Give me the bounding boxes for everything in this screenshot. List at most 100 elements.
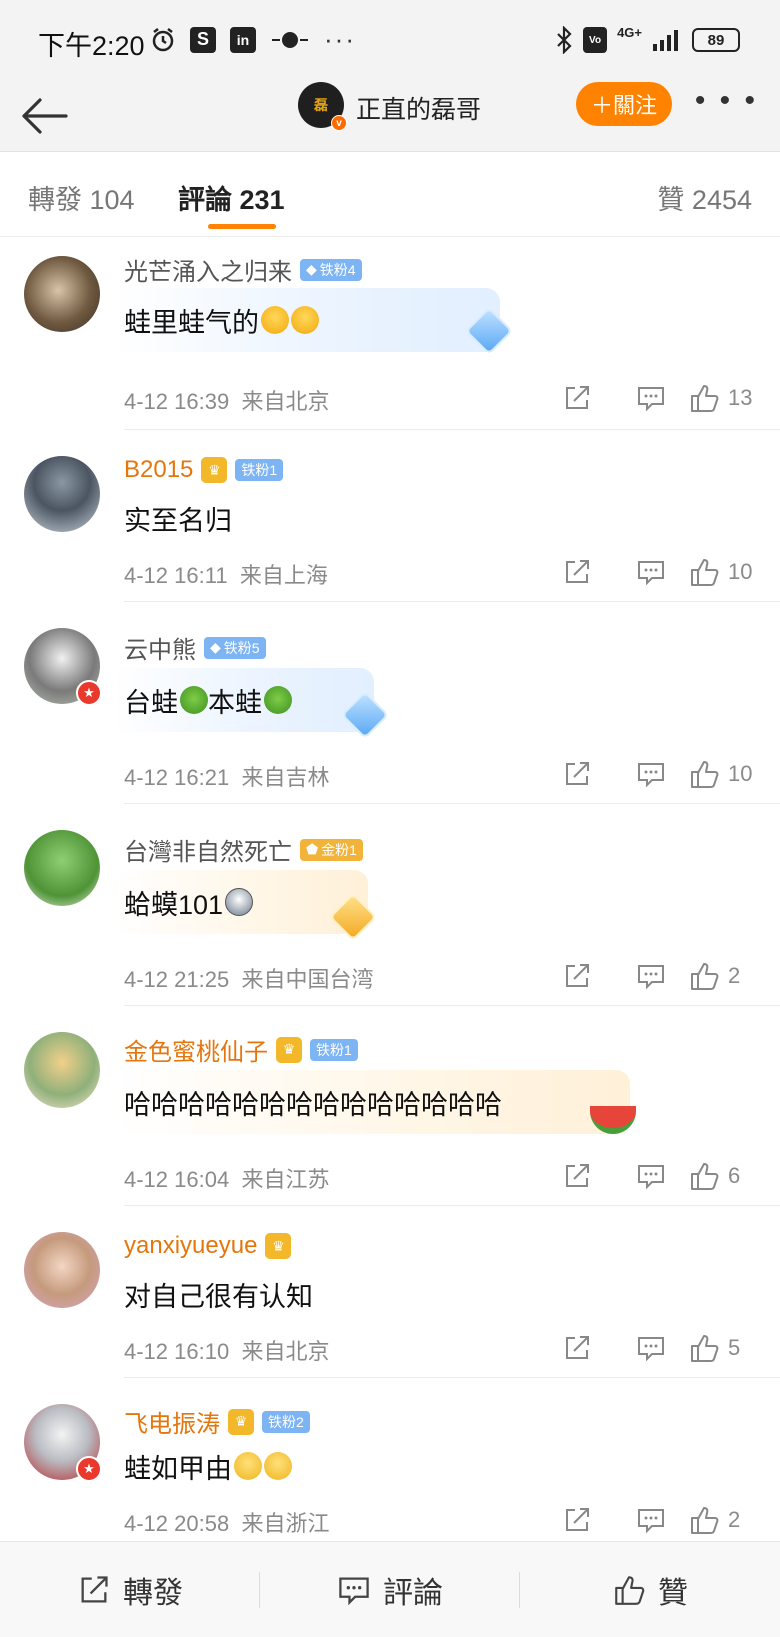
comment-item: B2015 ♛ 铁粉1 实至名归 4-12 16:11 来自上海 10 (0, 430, 780, 602)
comment-text: 哈哈哈哈哈哈哈哈哈哈哈哈哈哈 (124, 1089, 502, 1120)
comment-location: 来自中国台湾 (241, 967, 374, 992)
comment-username[interactable]: 云中熊 (124, 630, 196, 665)
thumbs-up-icon (615, 1576, 645, 1605)
comment-icon (638, 561, 664, 586)
share-button[interactable] (540, 1158, 614, 1194)
fan-badge-label: 铁粉5 (223, 639, 260, 656)
comment-icon (638, 1337, 664, 1362)
comment-text-part: 本蛙 (208, 687, 262, 718)
comment-text: 蛤蟆101 (124, 889, 224, 920)
comment-location: 来自江苏 (241, 1167, 330, 1192)
fan-badge-label: 金粉1 (321, 841, 357, 858)
like-button[interactable]: 13 (688, 380, 754, 416)
author-avatar[interactable]: 磊 v (298, 82, 347, 131)
comment-icon (638, 763, 664, 788)
share-button[interactable] (540, 958, 614, 994)
s-app-icon: S (190, 26, 216, 53)
husky-emoji-icon (225, 888, 254, 916)
comment-username[interactable]: yanxiyueyue (124, 1232, 257, 1260)
tab-repost[interactable]: 轉發 104 (28, 178, 135, 217)
comment-button[interactable]: 評論 (260, 1542, 520, 1637)
comment-item: 台灣非自然死亡 ⬟ 金粉1 蛤蟆101 4-12 21:25 来自中国台湾 2 (0, 804, 780, 1006)
diamond-icon: ◆ (210, 639, 221, 655)
reply-button[interactable] (614, 958, 688, 994)
thumbs-up-icon (691, 559, 719, 586)
like-button[interactable]: 6 (688, 1158, 754, 1194)
thumbs-up-icon (691, 761, 719, 788)
avatar[interactable] (24, 456, 100, 532)
thinking-emoji-icon (234, 1452, 262, 1480)
comment-username[interactable]: 光芒涌入之归来 (124, 252, 292, 287)
bottom-action-bar: 轉發 評論 贊 (0, 1541, 780, 1637)
thumbs-up-icon (691, 963, 719, 990)
reply-button[interactable] (614, 380, 688, 416)
like-button[interactable]: 10 (688, 554, 754, 590)
reply-button[interactable] (614, 554, 688, 590)
avatar[interactable] (24, 1032, 100, 1108)
active-tab-indicator (208, 224, 276, 229)
laugh-emoji-icon (291, 306, 319, 334)
share-icon (81, 1576, 108, 1603)
comment-username[interactable]: 台灣非自然死亡 (124, 832, 292, 867)
like-count: 10 (728, 761, 753, 786)
thumbs-up-icon (691, 1163, 719, 1190)
bluetooth-icon (557, 26, 572, 54)
top-nav-bar: 磊 v 正直的磊哥 ＋關注 • • • (0, 82, 780, 152)
more-options-icon[interactable]: • • • (695, 84, 758, 118)
avatar[interactable] (24, 1232, 100, 1308)
share-icon (566, 386, 589, 409)
share-button[interactable] (540, 380, 614, 416)
comment-time: 4-12 16:21 (124, 765, 230, 790)
vip-badge-icon: ★ (76, 680, 102, 706)
like-button[interactable]: 2 (688, 1502, 754, 1538)
avatar[interactable]: ★ (24, 628, 102, 706)
vip-crown-icon: ♛ (201, 457, 228, 483)
comment-item: ★ 飞电振涛 ♛ 铁粉2 蛙如甲由 4-12 20:58 来自浙江 2 (0, 1378, 780, 1541)
fan-badge: ◆ 铁粉4 (300, 258, 362, 281)
author-avatar-text: 磊 (314, 97, 328, 113)
share-icon (566, 1508, 589, 1531)
avatar[interactable]: ★ (24, 1404, 102, 1482)
comment-location: 来自北京 (241, 1339, 330, 1364)
gold-gem-icon: ⬟ (306, 841, 319, 857)
comment-location: 来自上海 (239, 563, 328, 588)
comment-location: 来自吉林 (241, 765, 330, 790)
tab-like[interactable]: 贊 2454 (657, 178, 752, 217)
linkedin-icon: in (230, 26, 256, 53)
tab-comment[interactable]: 評論 231 (178, 178, 285, 217)
like-post-button[interactable]: 贊 (520, 1542, 780, 1637)
repost-button[interactable]: 轉發 (0, 1542, 260, 1637)
like-button[interactable]: 2 (688, 958, 754, 994)
share-icon (566, 1164, 589, 1187)
media-icon (272, 31, 308, 48)
like-button[interactable]: 5 (688, 1330, 754, 1366)
share-button[interactable] (540, 1502, 614, 1538)
fan-badge: 铁粉1 (310, 1038, 358, 1061)
fan-badge: 铁粉1 (235, 459, 284, 481)
like-button[interactable]: 10 (688, 756, 754, 792)
reply-button[interactable] (614, 1330, 688, 1366)
comment-username[interactable]: 金色蜜桃仙子 (124, 1032, 268, 1067)
avatar[interactable] (24, 830, 100, 906)
share-button[interactable] (540, 554, 614, 590)
comment-icon (638, 387, 664, 412)
author-name[interactable]: 正直的磊哥 (356, 90, 481, 126)
back-arrow-icon[interactable] (18, 90, 70, 142)
share-button[interactable] (540, 1330, 614, 1366)
thumbs-up-icon (691, 1507, 719, 1534)
comment-text: 对自己很有认知 (124, 1281, 313, 1312)
comment-location: 来自北京 (241, 389, 330, 414)
follow-button[interactable]: ＋關注 (576, 82, 672, 126)
comment-item: ★ 云中熊 ◆ 铁粉5 台蛙 本蛙 4-12 16:21 来自吉林 10 (0, 602, 780, 804)
fan-badge: 铁粉2 (262, 1410, 310, 1433)
comment-username[interactable]: B2015 (124, 456, 193, 484)
share-button[interactable] (540, 756, 614, 792)
comment-time: 4-12 21:25 (124, 967, 230, 992)
fan-badge-label: 铁粉4 (319, 261, 356, 278)
reply-button[interactable] (614, 1158, 688, 1194)
reply-button[interactable] (614, 756, 688, 792)
comment-icon (638, 965, 664, 990)
avatar[interactable] (24, 256, 100, 332)
frog-emoji-icon (264, 686, 292, 714)
reply-button[interactable] (614, 1502, 688, 1538)
